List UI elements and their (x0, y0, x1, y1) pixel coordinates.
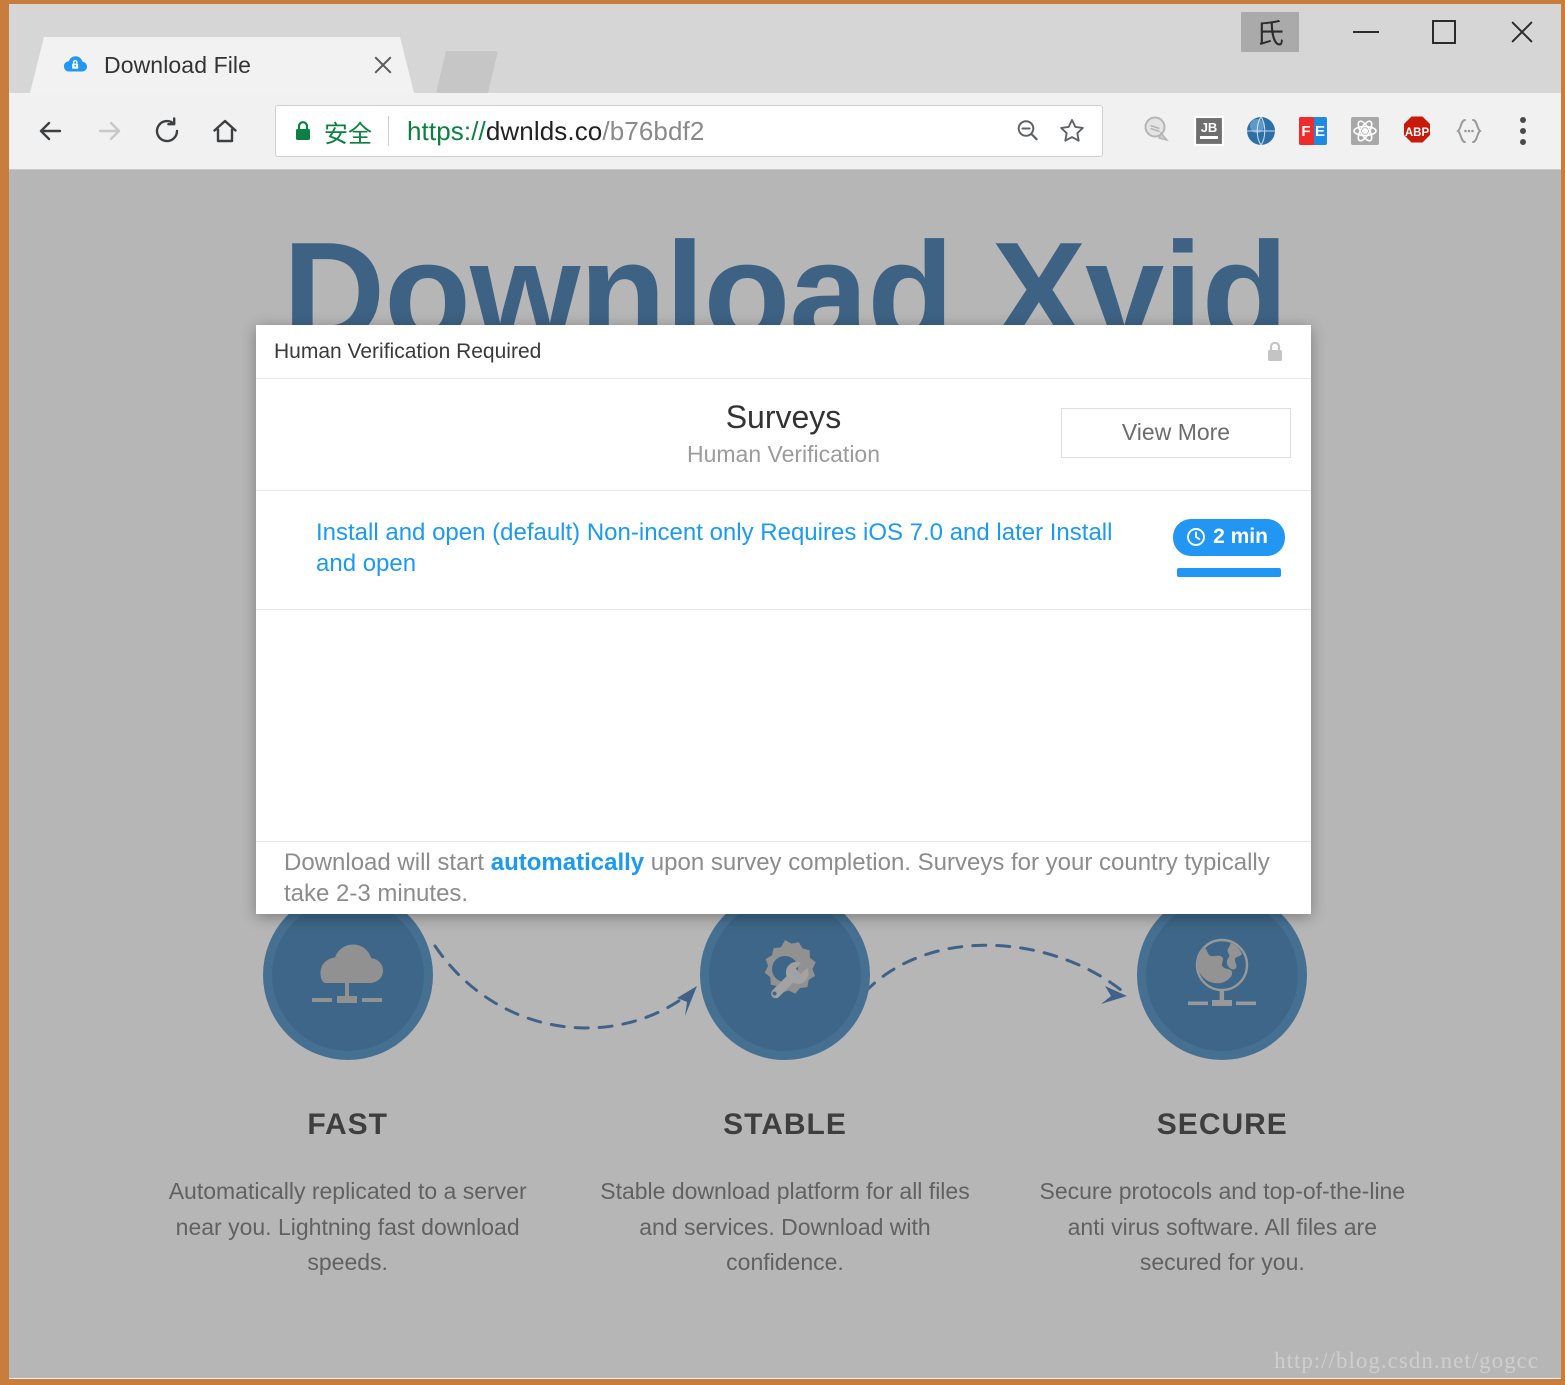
json-viewer-extension-icon[interactable] (1443, 105, 1495, 157)
modal-content-area (256, 610, 1311, 843)
url-path: /b76bdf2 (602, 115, 705, 146)
url-scheme: https:// (407, 115, 486, 146)
svg-text:JB: JB (1201, 120, 1218, 135)
reload-button[interactable] (145, 109, 189, 153)
page-viewport: Download Xvid FAST Automatically replica… (9, 170, 1561, 1378)
tab-close-icon[interactable] (370, 52, 396, 78)
window-minimize-button[interactable] (1327, 7, 1405, 57)
chrome-menu-button[interactable] (1501, 109, 1545, 153)
modal-title: Human Verification Required (274, 339, 542, 363)
window-maximize-button[interactable] (1405, 7, 1483, 57)
back-button[interactable] (29, 109, 73, 153)
survey-time-badge: 2 min (1173, 519, 1285, 557)
surveys-header-row: Surveys Human Verification View More (256, 379, 1311, 491)
maximize-icon (1432, 20, 1456, 44)
clock-icon (1187, 528, 1206, 547)
minimize-icon (1353, 31, 1379, 33)
react-devtools-extension-icon[interactable] (1339, 105, 1391, 157)
footer-highlight: automatically (490, 849, 645, 877)
globe-extension-icon[interactable] (1235, 105, 1287, 157)
svg-text:F: F (1301, 123, 1310, 140)
cloud-lock-icon (62, 52, 88, 78)
forward-arrow-icon (98, 121, 121, 141)
home-icon (213, 119, 237, 143)
surveys-header-text: Surveys Human Verification (276, 397, 1061, 468)
padlock-icon (1265, 340, 1285, 364)
pocket-extension-icon[interactable] (1131, 105, 1183, 157)
modal-header: Human Verification Required (256, 325, 1311, 379)
human-verification-modal: Human Verification Required Surveys Huma… (256, 325, 1311, 915)
forward-button[interactable] (87, 109, 131, 153)
modal-footer: Download will start automatically upon s… (256, 842, 1311, 914)
screenshot-frame: Download File 氏 安全 https://dwnlds.co/b76… (0, 0, 1565, 1385)
omnibox-divider (388, 116, 389, 146)
window-close-button[interactable] (1483, 7, 1561, 57)
window-controls: 氏 (1241, 4, 1561, 60)
home-button[interactable] (203, 109, 247, 153)
menu-dot (1520, 139, 1526, 145)
browser-toolbar: 安全 https://dwnlds.co/b76bdf2 JB F E ABP (9, 93, 1561, 170)
footer-prefix: Download will start (284, 849, 491, 877)
extension-toolbar: JB F E ABP (1131, 105, 1495, 157)
svg-text:E: E (1315, 123, 1325, 140)
view-more-button[interactable]: View More (1061, 407, 1291, 458)
survey-list-item: Install and open (default) Non-incent on… (256, 491, 1311, 611)
jetbrains-extension-icon[interactable]: JB (1183, 105, 1235, 157)
surveys-subheading: Human Verification (686, 441, 881, 467)
ime-indicator-badge[interactable]: 氏 (1241, 12, 1299, 52)
survey-time-label: 2 min (1213, 525, 1268, 549)
browser-tab-title: Download File (104, 51, 252, 78)
menu-dot (1520, 117, 1526, 123)
url-text: https://dwnlds.co/b76bdf2 (407, 116, 1004, 147)
surveys-heading: Surveys (725, 399, 842, 435)
survey-offer-link[interactable]: Install and open (default) Non-incent on… (316, 517, 1169, 579)
browser-window: Download File 氏 安全 https://dwnlds.co/b76… (9, 4, 1561, 1379)
reload-icon (155, 117, 179, 143)
secure-lock-icon (294, 120, 312, 142)
address-bar[interactable]: 安全 https://dwnlds.co/b76bdf2 (275, 105, 1103, 157)
zoom-out-icon[interactable] (1008, 111, 1048, 151)
survey-meta: 2 min (1169, 519, 1289, 578)
adblock-plus-extension-icon[interactable]: ABP (1391, 105, 1443, 157)
secure-label: 安全 (324, 119, 372, 148)
browser-tab-download-file[interactable]: Download File (30, 37, 414, 93)
menu-dot (1520, 128, 1526, 134)
close-icon (1508, 18, 1536, 46)
fe-extension-icon[interactable]: F E (1287, 105, 1339, 157)
back-arrow-icon (39, 121, 62, 141)
svg-text:ABP: ABP (1405, 127, 1430, 139)
modal-footer-text: Download will start automatically upon s… (284, 847, 1283, 909)
url-host: dwnlds.co (485, 115, 603, 146)
new-tab-placeholder[interactable] (436, 51, 498, 93)
browser-tabstrip: Download File 氏 (9, 4, 1561, 93)
watermark-text: http://blog.csdn.net/gogcc (1274, 1348, 1539, 1373)
survey-progress-bar (1177, 568, 1281, 578)
star-icon[interactable] (1052, 111, 1092, 151)
